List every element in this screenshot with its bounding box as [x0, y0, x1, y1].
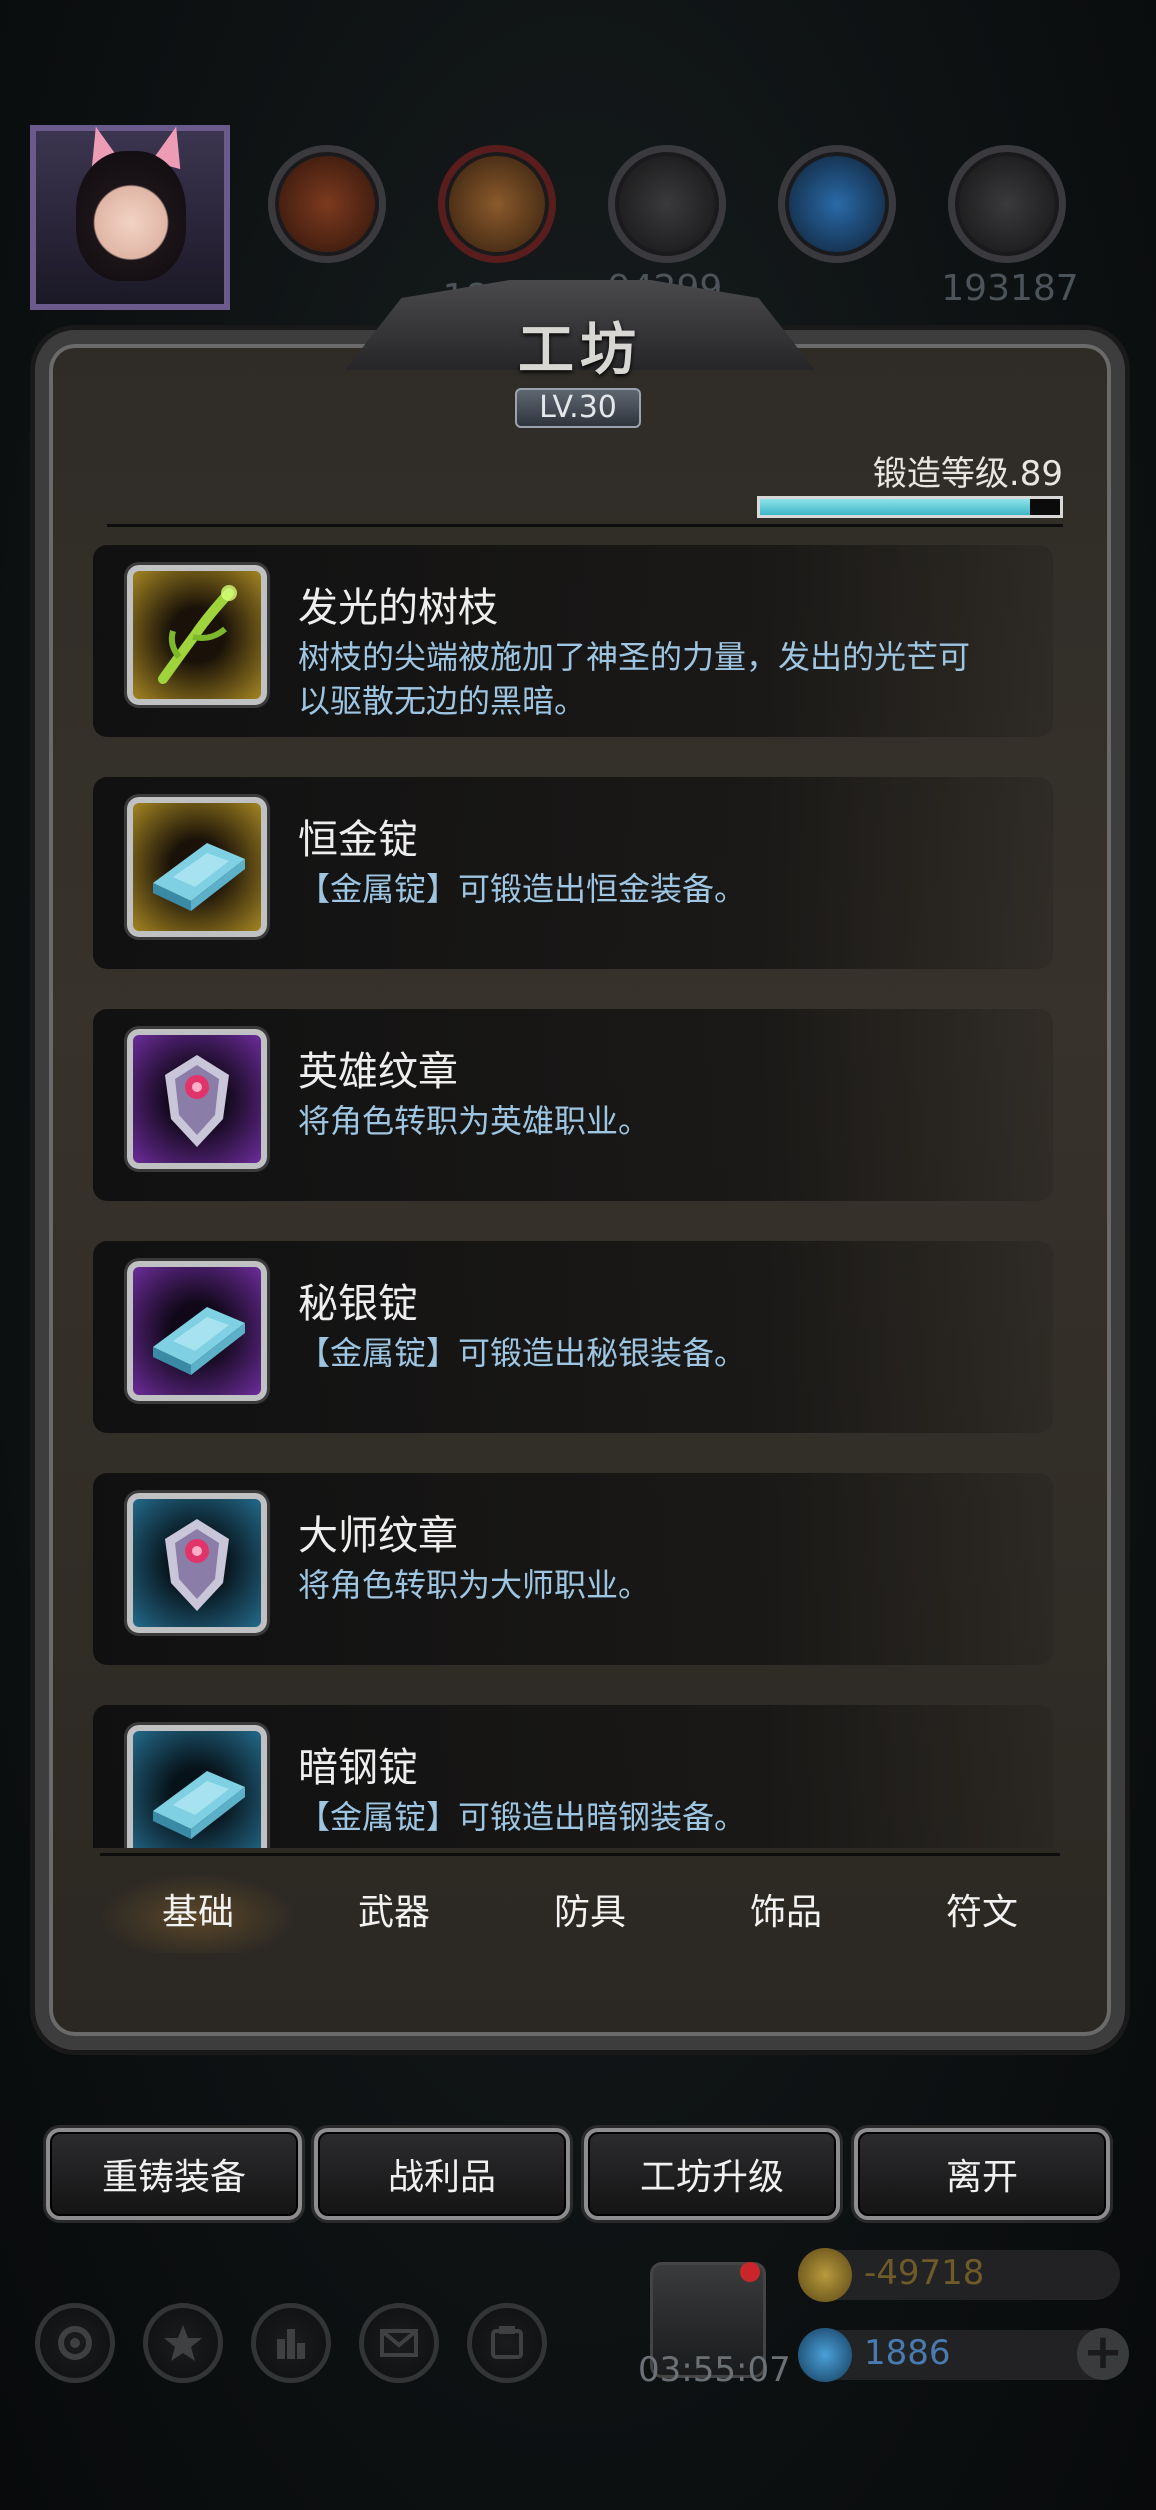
workshop-upgrade-button[interactable]: 工坊升级: [584, 2128, 840, 2220]
forge-progress-fill: [760, 499, 1030, 515]
resource-steel-icon[interactable]: [948, 145, 1066, 263]
gold-value: -49718: [864, 2253, 985, 2293]
list-item[interactable]: 发光的树枝 树枝的尖端被施加了神圣的力量，发出的光芒可以驱散无边的黑暗。: [93, 545, 1053, 737]
achievement-star-icon[interactable]: [143, 2303, 223, 2383]
item-name: 英雄纹章: [298, 1049, 458, 1095]
divider: [107, 524, 1063, 527]
item-description: 【金属锭】可锻造出恒金装备。: [298, 870, 747, 908]
settings-gear-icon[interactable]: [35, 2303, 115, 2383]
list-item[interactable]: 大师纹章 将角色转职为大师职业。: [93, 1473, 1053, 1665]
inventory-icon[interactable]: [467, 2303, 547, 2383]
gem-icon: [798, 2328, 852, 2382]
ingot-icon: [153, 1771, 245, 1839]
item-description: 树枝的尖端被施加了神圣的力量，发出的光芒可以驱散无边的黑暗。: [298, 638, 971, 720]
item-icon-frame: [127, 1029, 267, 1169]
forge-progress-bar: [757, 496, 1063, 518]
divider: [100, 1853, 1060, 1856]
resource-crystal-icon[interactable]: [778, 145, 896, 263]
tab-accessories[interactable]: 饰品: [688, 1873, 884, 1953]
item-icon-frame: [127, 797, 267, 937]
item-icon-frame: [127, 565, 267, 705]
resource-wood-icon[interactable]: [438, 145, 556, 263]
mail-icon[interactable]: [359, 2303, 439, 2383]
leave-button[interactable]: 离开: [854, 2128, 1110, 2220]
item-icon-frame: [127, 1261, 267, 1401]
list-item[interactable]: 恒金锭 【金属锭】可锻造出恒金装备。: [93, 777, 1053, 969]
ingot-icon: [153, 1307, 245, 1375]
item-name: 大师纹章: [298, 1513, 458, 1559]
resource-iron-icon[interactable]: [608, 145, 726, 263]
gold-coin-icon: [798, 2248, 852, 2302]
tab-weapons[interactable]: 武器: [296, 1873, 492, 1953]
item-name: 发光的树枝: [298, 585, 498, 631]
item-description: 将角色转职为英雄职业。: [298, 1102, 651, 1140]
emblem-icon: [165, 1055, 229, 1147]
item-icon-frame: [127, 1725, 267, 1848]
gem-value: 1886: [864, 2333, 951, 2373]
tab-basic[interactable]: 基础: [100, 1873, 296, 1953]
ingot-icon: [153, 843, 245, 911]
item-icon-frame: [127, 1493, 267, 1633]
category-tabs: 基础 武器 防具 饰品 符文: [100, 1873, 1080, 1953]
glowing-branch-icon: [158, 585, 237, 684]
list-item[interactable]: 秘银锭 【金属锭】可锻造出秘银装备。: [93, 1241, 1053, 1433]
loot-button[interactable]: 战利品: [314, 2128, 570, 2220]
item-name: 恒金锭: [298, 817, 418, 863]
forge-level-label: 锻造等级.89: [872, 454, 1063, 494]
workshop-level-badge: LV.30: [515, 388, 641, 428]
gift-timer: 03:55:07: [638, 2350, 791, 2390]
tab-armor[interactable]: 防具: [492, 1873, 688, 1953]
add-currency-button[interactable]: +: [1077, 2328, 1129, 2380]
reforge-button[interactable]: 重铸装备: [46, 2128, 302, 2220]
tab-runes[interactable]: 符文: [884, 1873, 1080, 1953]
item-name: 秘银锭: [298, 1281, 418, 1327]
resource-orb-icon[interactable]: [268, 145, 386, 263]
item-description: 【金属锭】可锻造出暗钢装备。: [298, 1798, 747, 1836]
item-description: 将角色转职为大师职业。: [298, 1566, 651, 1604]
player-avatar[interactable]: [30, 125, 230, 310]
notification-dot: [740, 2262, 760, 2282]
list-item[interactable]: 暗钢锭 【金属锭】可锻造出暗钢装备。: [93, 1705, 1053, 1848]
avatar-portrait: [76, 151, 186, 281]
item-description: 【金属锭】可锻造出秘银装备。: [298, 1334, 747, 1372]
item-list[interactable]: 发光的树枝 树枝的尖端被施加了神圣的力量，发出的光芒可以驱散无边的黑暗。 恒金锭…: [93, 545, 1063, 1848]
workshop-panel: 工坊 LV.30 锻造等级.89 发光的树枝 树枝的尖端被施加了神圣的力量，发出…: [35, 280, 1125, 2060]
ranking-icon[interactable]: [251, 2303, 331, 2383]
panel-title: 工坊: [518, 317, 642, 383]
item-name: 暗钢锭: [298, 1745, 418, 1791]
list-item[interactable]: 英雄纹章 将角色转职为英雄职业。: [93, 1009, 1053, 1201]
emblem-icon: [165, 1519, 229, 1611]
